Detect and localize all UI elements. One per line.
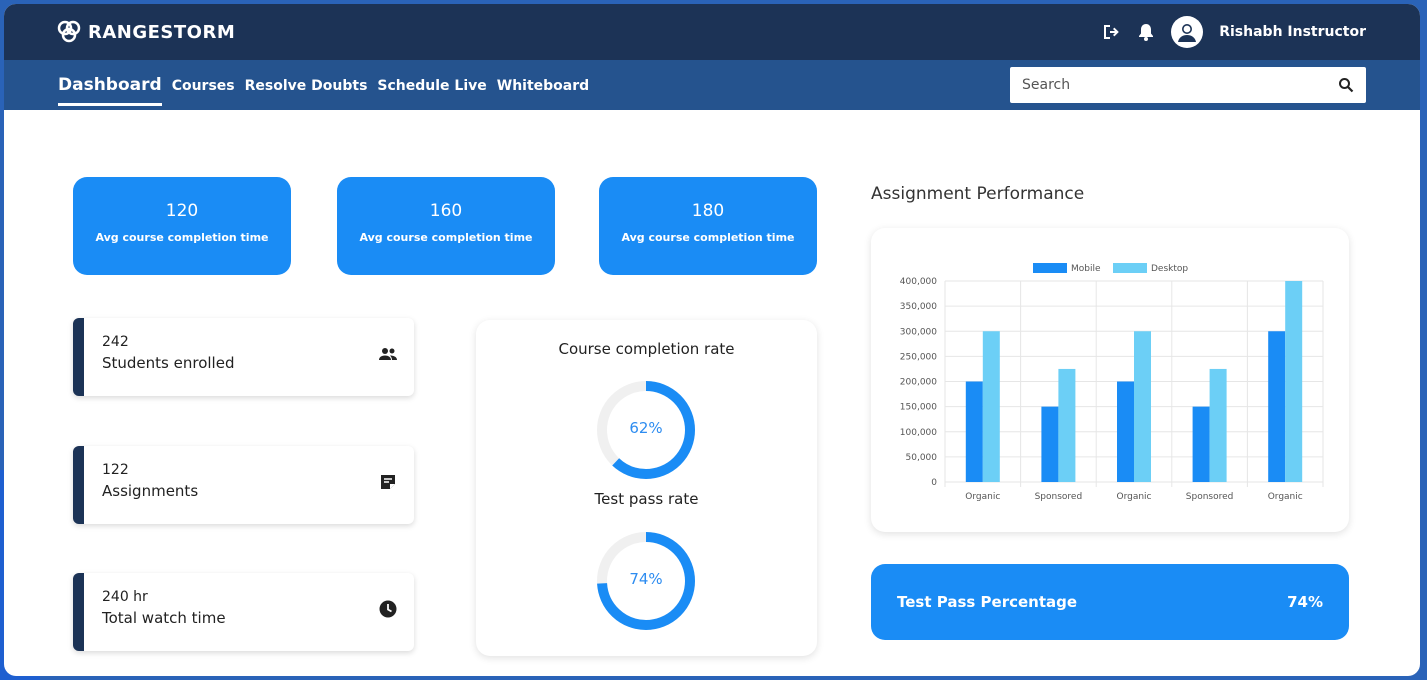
- y-tick-label: 0: [931, 478, 937, 488]
- stat-label: Avg course completion time: [359, 231, 533, 244]
- stat-value: 120: [165, 201, 199, 221]
- stat-card[interactable]: 120 Avg course completion time: [73, 177, 291, 275]
- y-tick-label: 100,000: [900, 428, 937, 438]
- card-value: 122: [102, 462, 129, 478]
- stat-card[interactable]: 160 Avg course completion time: [337, 177, 555, 275]
- legend-swatch: [1113, 263, 1147, 273]
- top-bar: RANGESTORM Rishabh Instructor: [4, 4, 1420, 60]
- completion-donut: 62%: [595, 379, 697, 481]
- card-label: Assignments: [102, 482, 199, 500]
- clock-icon: [379, 600, 397, 618]
- card-value: 242: [102, 334, 129, 350]
- legend-swatch: [1033, 263, 1067, 273]
- bar-desktop: [1209, 368, 1227, 482]
- card-value: 240 hr: [102, 589, 148, 605]
- stat-label: Avg course completion time: [95, 231, 269, 244]
- card-label: Students enrolled: [102, 354, 235, 372]
- bar-desktop: [1058, 368, 1076, 482]
- nav-item-schedule-live[interactable]: Schedule Live: [377, 78, 486, 110]
- brand-logo[interactable]: RANGESTORM: [56, 19, 235, 45]
- nav-item-courses[interactable]: Courses: [172, 78, 235, 110]
- bar-mobile: [1192, 406, 1210, 482]
- pass-donut: 74%: [595, 530, 697, 632]
- stat-card[interactable]: 180 Avg course completion time: [599, 177, 817, 275]
- bar-desktop: [982, 331, 1000, 482]
- app-window: RANGESTORM Rishabh Instructor Dashboard …: [4, 4, 1420, 676]
- completion-rate-card: Course completion rate 62% Test pass rat…: [476, 320, 817, 656]
- user-area: Rishabh Instructor: [1099, 16, 1366, 48]
- performance-title: Assignment Performance: [871, 184, 1085, 204]
- brand-name: RANGESTORM: [88, 21, 236, 43]
- test-pass-label: Test Pass Percentage: [897, 593, 1078, 611]
- note-icon: [381, 475, 395, 489]
- performance-chart-card: 0 50,000 100,000 150,000 200,000 250,000 300,0…: [871, 228, 1349, 532]
- nav-item-whiteboard[interactable]: Whiteboard: [497, 78, 589, 110]
- stat-value: 160: [429, 201, 463, 221]
- stat-value: 180: [691, 201, 725, 221]
- x-tick-label: Organic: [1268, 492, 1303, 502]
- search-input[interactable]: [1022, 77, 1312, 93]
- people-icon: [379, 348, 397, 360]
- bar-mobile: [1041, 406, 1059, 482]
- logo-icon: [57, 20, 81, 43]
- total-watch-time-card[interactable]: 240 hr Total watch time: [73, 573, 414, 651]
- bell-icon[interactable]: [1135, 21, 1157, 43]
- bar-desktop: [1134, 331, 1151, 482]
- card-label: Total watch time: [102, 609, 226, 627]
- nav-item-dashboard[interactable]: Dashboard: [58, 75, 162, 106]
- y-tick-label: 350,000: [900, 302, 937, 312]
- nav-item-resolve-doubts[interactable]: Resolve Doubts: [245, 78, 368, 110]
- user-name[interactable]: Rishabh Instructor: [1219, 24, 1366, 40]
- legend-label: Desktop: [1151, 264, 1188, 274]
- y-tick-label: 150,000: [900, 403, 937, 413]
- nav-bar: Dashboard Courses Resolve Doubts Schedul…: [4, 60, 1420, 110]
- stat-label: Avg course completion time: [621, 231, 795, 244]
- avatar[interactable]: [1171, 16, 1204, 48]
- y-tick-label: 300,000: [900, 327, 937, 337]
- y-tick-label: 200,000: [900, 378, 937, 388]
- students-enrolled-card[interactable]: 242 Students enrolled: [73, 318, 414, 396]
- completion-rate-title: Course completion rate: [558, 340, 735, 358]
- y-tick-label: 400,000: [900, 277, 937, 287]
- search-icon[interactable]: [1338, 77, 1354, 93]
- y-tick-label: 250,000: [900, 352, 937, 362]
- x-tick-label: Organic: [1116, 492, 1151, 502]
- bar-mobile: [965, 381, 983, 482]
- assignments-card[interactable]: 122 Assignments: [73, 446, 414, 524]
- pass-rate-title: Test pass rate: [594, 490, 699, 508]
- test-pass-value: 74%: [1287, 593, 1323, 611]
- x-tick-label: Sponsored: [1186, 492, 1234, 502]
- performance-chart: 0 50,000 100,000 150,000 200,000 250,000 300,0…: [900, 263, 1324, 502]
- legend-label: Mobile: [1071, 264, 1101, 274]
- bar-desktop: [1285, 281, 1303, 482]
- pass-value: 74%: [629, 570, 663, 588]
- bar-mobile: [1117, 381, 1134, 482]
- completion-value: 62%: [629, 419, 663, 437]
- x-tick-label: Organic: [965, 492, 1000, 502]
- search-box: [1010, 67, 1366, 103]
- bar-mobile: [1268, 331, 1286, 482]
- y-tick-label: 50,000: [906, 453, 938, 463]
- test-pass-banner[interactable]: Test Pass Percentage 74%: [871, 564, 1349, 640]
- nav-links: Dashboard Courses Resolve Doubts Schedul…: [58, 60, 589, 110]
- x-tick-label: Sponsored: [1035, 492, 1083, 502]
- logout-icon[interactable]: [1099, 21, 1121, 43]
